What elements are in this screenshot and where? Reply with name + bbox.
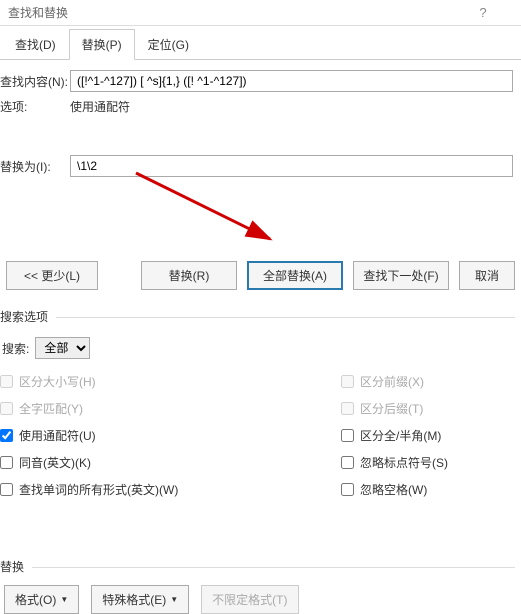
search-direction-select[interactable]: 全部 <box>35 337 90 359</box>
chk-use-wildcards[interactable]: 使用通配符(U) <box>0 427 341 444</box>
options-label: 选项: <box>0 98 70 115</box>
search-direction-label: 搜索: <box>2 340 29 357</box>
find-input[interactable] <box>70 70 513 92</box>
search-options-legend: 搜索选项 <box>0 308 521 325</box>
tabs: 查找(D) 替换(P) 定位(G) <box>0 28 521 60</box>
chk-match-case: 区分大小写(H) <box>0 373 341 390</box>
annotation-arrow <box>130 167 290 257</box>
replace-all-button[interactable]: 全部替换(A) <box>247 261 343 290</box>
chk-prefix: 区分前缀(X) <box>341 373 521 390</box>
chk-full-half[interactable]: 区分全/半角(M) <box>341 427 521 444</box>
tab-replace[interactable]: 替换(P) <box>69 29 135 60</box>
tab-goto[interactable]: 定位(G) <box>135 29 202 60</box>
options-value: 使用通配符 <box>70 98 130 115</box>
dialog-title: 查找和替换 <box>8 4 473 21</box>
chk-suffix: 区分后缀(T) <box>341 400 521 417</box>
tab-find[interactable]: 查找(D) <box>2 29 69 60</box>
format-button[interactable]: 格式(O)▼ <box>4 585 79 614</box>
replace-format-legend: 替换 <box>0 558 521 575</box>
chk-ignore-punct[interactable]: 忽略标点符号(S) <box>341 454 521 471</box>
caret-down-icon: ▼ <box>170 595 178 604</box>
find-next-button[interactable]: 查找下一处(F) <box>353 261 449 290</box>
help-icon[interactable]: ? <box>473 5 493 20</box>
find-label: 查找内容(N): <box>0 73 70 90</box>
replace-button[interactable]: 替换(R) <box>141 261 237 290</box>
special-format-button[interactable]: 特殊格式(E)▼ <box>91 585 189 614</box>
caret-down-icon: ▼ <box>60 595 68 604</box>
cancel-button[interactable]: 取消 <box>459 261 515 290</box>
no-format-button: 不限定格式(T) <box>201 585 298 614</box>
chk-whole-word: 全字匹配(Y) <box>0 400 341 417</box>
chk-sounds-like[interactable]: 同音(英文)(K) <box>0 454 341 471</box>
less-button[interactable]: << 更少(L) <box>6 261 98 290</box>
chk-all-word-forms[interactable]: 查找单词的所有形式(英文)(W) <box>0 481 341 498</box>
chk-ignore-space[interactable]: 忽略空格(W) <box>341 481 521 498</box>
replace-label: 替换为(I): <box>0 158 70 175</box>
